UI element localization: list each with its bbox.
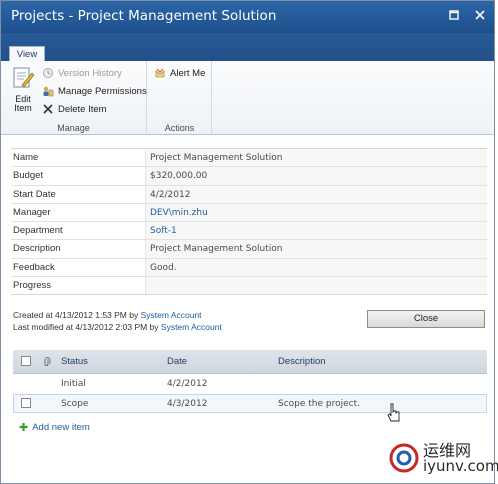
- property-value: [145, 277, 487, 295]
- created-info: Created at 4/13/2012 1:53 PM by System A…: [13, 310, 202, 320]
- property-row: Start Date 4/2/2012: [11, 184, 487, 203]
- modified-by-link[interactable]: System Account: [161, 322, 222, 332]
- hand-cursor-icon: [387, 403, 400, 422]
- property-value: Good.: [145, 258, 487, 277]
- edit-item-button[interactable]: Edit Item: [7, 65, 39, 113]
- restore-button[interactable]: [448, 9, 460, 21]
- ribbon-group-actions: Alert Me Actions: [148, 61, 212, 135]
- column-header-status[interactable]: Status: [61, 350, 88, 374]
- ribbon-tab-strip: View: [1, 33, 494, 62]
- version-history-label: Version History: [58, 67, 122, 79]
- table-row[interactable]: Scope 4/3/2012 Scope the project.: [13, 394, 487, 413]
- tab-view[interactable]: View: [9, 46, 45, 62]
- property-row: Feedback Good.: [11, 257, 487, 277]
- ribbon-group-manage: Edit Item Version History Manage Permiss…: [1, 61, 147, 135]
- title-bar: Projects - Project Management Solution: [1, 1, 494, 33]
- attachment-icon: [44, 357, 51, 366]
- add-plus-icon: ✚: [19, 422, 29, 434]
- property-row: Name Project Management Solution: [11, 148, 487, 167]
- property-row: Description Project Management Solution: [11, 239, 487, 258]
- select-all-checkbox[interactable]: [21, 356, 31, 366]
- alert-me-label: Alert Me: [170, 67, 206, 79]
- watermark-logo-icon: [389, 443, 419, 473]
- restore-icon: [449, 10, 459, 20]
- property-label: Manager: [13, 206, 51, 218]
- property-row: Progress: [11, 276, 487, 295]
- created-by-link[interactable]: System Account: [141, 310, 202, 320]
- modified-info: Last modified at 4/13/2012 2:03 PM by Sy…: [13, 322, 222, 332]
- property-label: Progress: [13, 280, 52, 292]
- add-new-item-label: Add new item: [32, 422, 90, 433]
- watermark: 运维网 iyunv.com: [387, 433, 498, 479]
- property-row: Department Soft-1: [11, 221, 487, 240]
- delete-icon: [43, 104, 53, 114]
- alert-me-button[interactable]: Alert Me: [154, 67, 205, 79]
- row-description: Scope the project.: [278, 399, 361, 409]
- manage-permissions-label: Manage Permissions: [58, 85, 147, 97]
- property-row: Manager DEV\min.zhu: [11, 202, 487, 222]
- add-new-item-link[interactable]: ✚ Add new item: [19, 421, 90, 434]
- version-history-icon: [43, 68, 53, 78]
- alert-me-icon: [155, 68, 165, 78]
- row-date: 4/3/2012: [167, 399, 208, 409]
- delete-item-label: Delete Item: [58, 103, 107, 115]
- property-label: Description: [13, 243, 61, 255]
- manage-group-label: Manage: [57, 123, 90, 133]
- property-label: Budget: [13, 170, 44, 182]
- row-status: Initial: [61, 379, 86, 389]
- column-header-description[interactable]: Description: [278, 350, 326, 374]
- row-date: 4/2/2012: [167, 379, 208, 389]
- properties-table: Name Project Management Solution Budget …: [11, 148, 487, 295]
- row-status: Scope: [61, 399, 89, 409]
- close-button[interactable]: Close: [367, 310, 485, 328]
- property-label: Start Date: [13, 188, 56, 200]
- property-value: $320,000.00: [145, 167, 487, 185]
- property-label: Department: [13, 225, 63, 237]
- property-label: Name: [13, 152, 39, 163]
- permissions-icon: [43, 86, 54, 97]
- grid-header: Status Date Description: [13, 350, 487, 374]
- property-value: Project Management Solution: [145, 149, 487, 167]
- manager-link[interactable]: DEV\min.zhu: [145, 203, 487, 222]
- column-header-date[interactable]: Date: [167, 350, 187, 374]
- close-icon-button[interactable]: [474, 9, 486, 21]
- department-link[interactable]: Soft-1: [145, 222, 487, 240]
- properties-divider: [11, 294, 487, 295]
- delete-item-button[interactable]: Delete Item: [42, 103, 107, 115]
- watermark-text-2: iyunv.com: [423, 457, 498, 475]
- property-value: 4/2/2012: [145, 185, 487, 203]
- close-icon: [475, 10, 485, 20]
- ribbon: Edit Item Version History Manage Permiss…: [1, 61, 494, 135]
- edit-item-icon: [13, 67, 35, 88]
- window-title: Projects - Project Management Solution: [11, 8, 277, 24]
- version-history-button[interactable]: Version History: [42, 67, 122, 79]
- actions-group-label: Actions: [164, 123, 195, 133]
- modified-text: Last modified at 4/13/2012 2:03 PM by: [13, 322, 161, 332]
- property-row: Budget $320,000.00: [11, 166, 487, 185]
- edit-item-label-2: Item: [14, 103, 32, 113]
- property-value: Project Management Solution: [145, 240, 487, 258]
- created-text: Created at 4/13/2012 1:53 PM by: [13, 310, 141, 320]
- property-label: Feedback: [13, 261, 55, 273]
- dialog-window: Projects - Project Management Solution V…: [0, 0, 498, 484]
- table-row[interactable]: Initial 4/2/2012: [13, 375, 487, 394]
- row-checkbox[interactable]: [21, 398, 31, 408]
- manage-permissions-button[interactable]: Manage Permissions: [42, 85, 147, 97]
